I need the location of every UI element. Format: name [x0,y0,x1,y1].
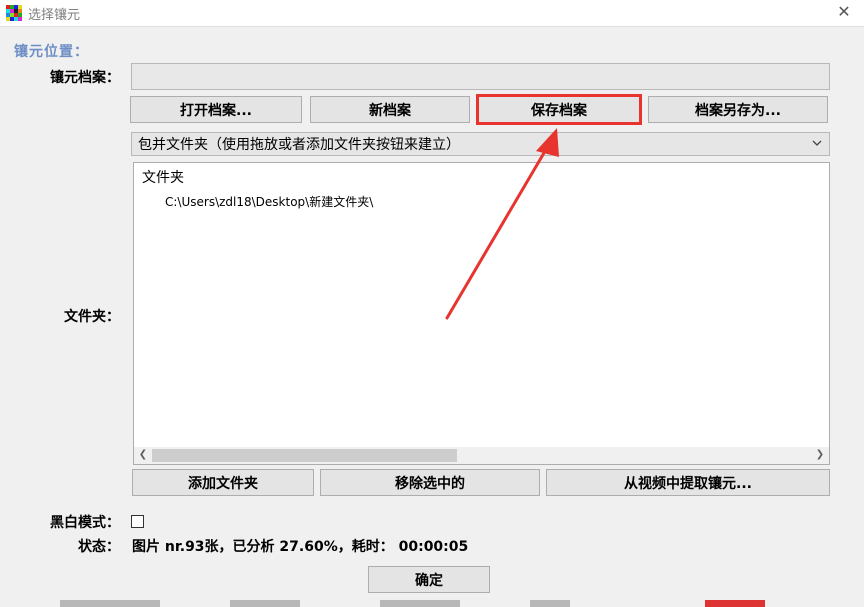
folder-mode-select[interactable]: 包并文件夹（使用拖放或者添加文件夹按钮来建立） [131,132,830,156]
title-bar: 选择镶元 ✕ [0,0,864,26]
archive-path-field[interactable] [131,63,830,90]
chevron-down-icon [812,140,822,146]
remove-selected-button[interactable]: 移除选中的 [320,469,540,496]
open-archive-button[interactable]: 打开档案... [130,96,302,123]
bw-mode-checkbox[interactable] [131,515,144,528]
new-archive-button[interactable]: 新档案 [310,96,470,123]
folder-mode-selected: 包并文件夹（使用拖放或者添加文件夹按钮来建立） [138,137,460,153]
status-label: 状态： [78,539,120,555]
close-icon[interactable]: ✕ [834,2,854,22]
horizontal-scrollbar[interactable]: ❮ ❯ [134,447,829,464]
mosaic-grid-icon [6,5,22,21]
extract-from-video-button[interactable]: 从视频中提取镶元... [546,469,830,496]
chevron-right-icon[interactable]: ❯ [815,450,825,460]
add-folder-button[interactable]: 添加文件夹 [132,469,314,496]
status-text: 图片 nr.93张，已分析 27.60%，耗时： 00:00:05 [132,539,469,555]
list-item[interactable]: C:\Users\zdl18\Desktop\新建文件夹\ [165,193,373,210]
window-title: 选择镶元 [28,8,81,23]
tree-root[interactable]: 文件夹 [142,167,184,187]
confirm-button[interactable]: 确定 [368,566,490,593]
section-label: 镶元位置： [14,44,89,60]
bw-mode-label: 黑白模式： [50,515,120,531]
dialog-body: 镶元位置： 镶元档案： 打开档案... 新档案 保存档案 档案另存为... 包并… [0,26,864,607]
chevron-left-icon[interactable]: ❮ [138,450,148,460]
archive-label: 镶元档案： [50,70,120,86]
save-archive-as-button[interactable]: 档案另存为... [648,96,828,123]
scrollbar-thumb[interactable] [152,449,457,462]
folders-label: 文件夹： [64,309,120,325]
background-window-strip [0,600,864,607]
folder-list[interactable]: 文件夹 C:\Users\zdl18\Desktop\新建文件夹\ ❮ ❯ [133,162,830,465]
save-archive-button[interactable]: 保存档案 [476,94,642,125]
